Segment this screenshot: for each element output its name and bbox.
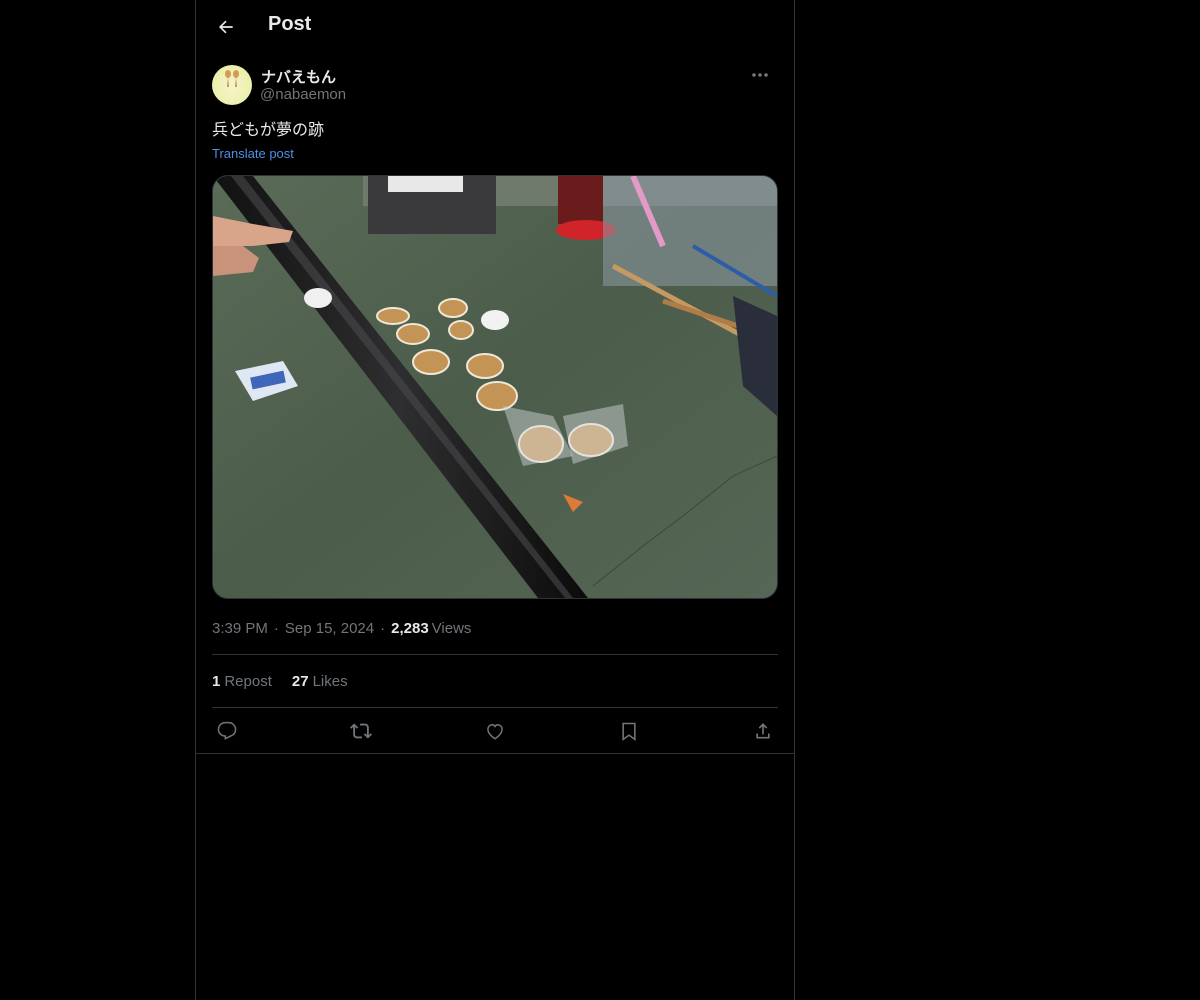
back-button[interactable] — [208, 9, 244, 45]
reply-button[interactable] — [214, 718, 240, 744]
page-title: Post — [268, 13, 312, 35]
likes-count: 27 — [291, 672, 309, 690]
post-text: 兵どもが夢の跡 — [212, 122, 325, 139]
post-photo[interactable] — [212, 175, 778, 599]
views-label: Views — [431, 619, 472, 637]
author-handle[interactable]: @nabaemon — [260, 86, 346, 103]
views-count: 2,283 — [391, 619, 429, 637]
bookmark-icon — [622, 722, 636, 741]
like-icon — [487, 723, 503, 740]
meta-separator: · — [380, 619, 386, 637]
meta-separator: · — [273, 619, 279, 637]
reposts-stat[interactable]: 1 Repost — [212, 673, 272, 690]
bookmark-button[interactable] — [616, 718, 642, 744]
avatar-figure-icon — [225, 70, 239, 87]
post-bottom-border — [196, 753, 794, 754]
reply-icon — [217, 721, 237, 740]
post-stats: 1 Repost 27 Likes — [212, 655, 778, 707]
share-icon — [756, 723, 770, 739]
author-display-name[interactable]: ナバえもん — [261, 66, 336, 87]
reposts-label: Repost — [224, 672, 272, 690]
post-meta: 3:39 PM · Sep 15, 2024 · 2,283 Views — [212, 619, 778, 637]
repost-icon — [350, 723, 372, 739]
arrow-left-icon — [218, 20, 233, 34]
share-button[interactable] — [750, 718, 776, 744]
like-button[interactable] — [482, 718, 508, 744]
repost-button[interactable] — [348, 718, 374, 744]
post-time[interactable]: 3:39 PM — [212, 620, 268, 637]
post-date[interactable]: Sep 15, 2024 — [285, 620, 374, 637]
likes-label: Likes — [312, 672, 348, 690]
post-column: Post ナバえもん @nabaemon 兵どもが夢の跡 Translate p… — [195, 0, 795, 1000]
translate-post-link[interactable]: Translate post — [212, 146, 294, 161]
action-bar — [212, 708, 778, 754]
more-options-button[interactable] — [744, 64, 776, 86]
reposts-count: 1 — [212, 672, 221, 690]
likes-stat[interactable]: 27 Likes — [292, 673, 348, 690]
ellipsis-icon — [752, 73, 768, 77]
photo-image — [213, 176, 777, 598]
header: Post — [196, 0, 794, 54]
author-row: ナバえもん @nabaemon — [212, 64, 778, 116]
post: ナバえもん @nabaemon 兵どもが夢の跡 Translate post 3… — [196, 64, 794, 754]
avatar[interactable] — [212, 65, 252, 105]
